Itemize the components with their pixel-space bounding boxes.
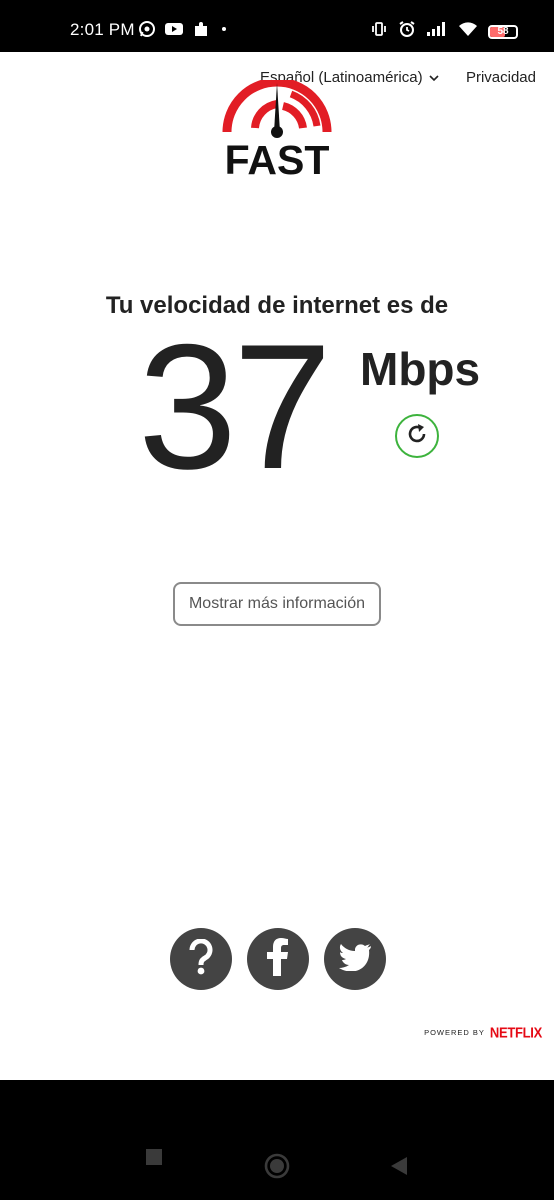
back-button[interactable] (390, 1156, 408, 1181)
facebook-icon (267, 937, 289, 981)
wifi-icon (458, 21, 478, 42)
speed-value: 37 (138, 307, 332, 506)
twitter-icon (338, 943, 372, 976)
help-button[interactable] (170, 928, 232, 990)
home-button[interactable] (264, 1153, 290, 1184)
signal-icon (426, 21, 448, 42)
youtube-icon (164, 21, 184, 42)
battery-icon: 58 (488, 24, 518, 39)
recents-button[interactable] (145, 1148, 163, 1171)
refresh-button[interactable] (395, 414, 439, 458)
privacy-link[interactable]: Privacidad (466, 69, 536, 86)
fast-logo: FAST (219, 77, 335, 183)
battery-level: 58 (497, 25, 509, 37)
dot-icon (218, 20, 230, 43)
home-icon (264, 1153, 290, 1183)
back-icon (390, 1157, 408, 1180)
fast-page: Español (Latinoamérica) Privacidad FAST … (0, 52, 554, 1080)
help-icon (186, 937, 216, 980)
speed-unit: Mbps (360, 343, 481, 395)
status-bar: 2:01 PM 58 (0, 0, 554, 52)
social-links (170, 928, 386, 990)
netflix-logo: NETFLIX (489, 1024, 542, 1041)
status-right-icons: 58 (370, 20, 518, 43)
recents-icon (145, 1149, 163, 1170)
facebook-button[interactable] (247, 928, 309, 990)
chevron-down-icon (429, 69, 439, 86)
powered-by-label: POWERED BY (424, 1028, 485, 1037)
status-left-icons (138, 20, 230, 43)
puzzle-icon (192, 20, 210, 43)
status-time: 2:01 PM (70, 20, 135, 39)
whatsapp-icon (138, 20, 156, 43)
logo-text: FAST (225, 137, 330, 176)
powered-by-netflix[interactable]: POWERED BY NETFLIX (424, 1024, 542, 1041)
alarm-icon (398, 20, 416, 43)
refresh-icon (404, 421, 430, 452)
more-info-button[interactable]: Mostrar más información (173, 582, 381, 626)
vibrate-icon (370, 20, 388, 43)
twitter-button[interactable] (324, 928, 386, 990)
